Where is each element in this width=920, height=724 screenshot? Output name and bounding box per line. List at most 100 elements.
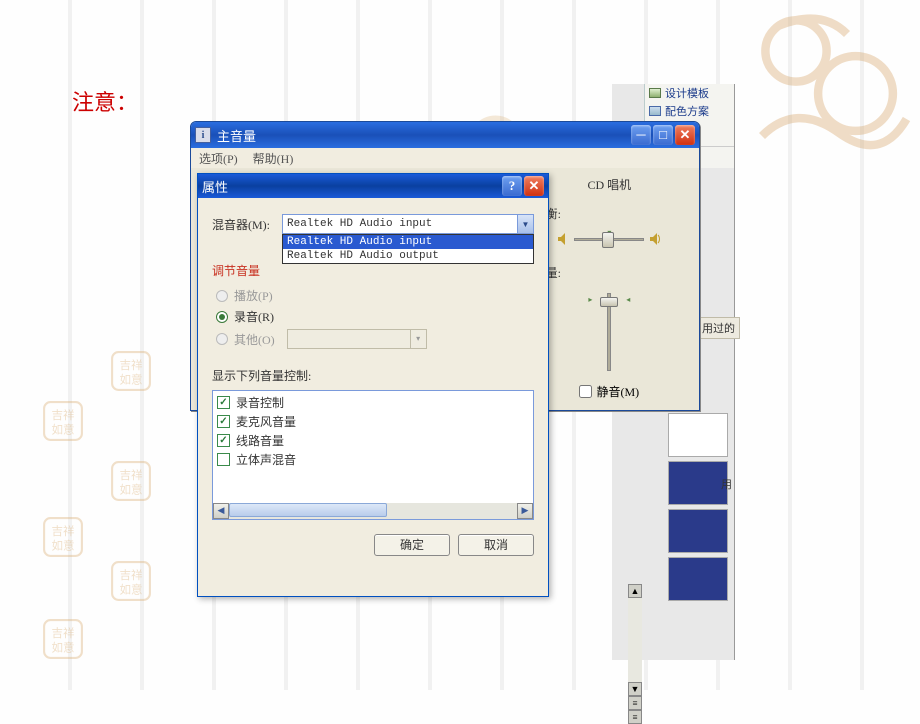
sidebar-item-color-schemes[interactable]: 配色方案 bbox=[645, 102, 734, 120]
radio-other: 其他(O) ▾ bbox=[216, 329, 534, 349]
dropdown-arrow-icon: ▾ bbox=[410, 330, 426, 348]
radio-label: 录音(R) bbox=[234, 308, 274, 325]
vertical-scrollbar[interactable]: ▲ ▼ ≡ ≡ bbox=[628, 584, 642, 724]
radio-playback: 播放(P) bbox=[216, 287, 534, 304]
svg-text:如意: 如意 bbox=[51, 423, 74, 437]
slide-thumbnail[interactable] bbox=[668, 413, 728, 457]
list-item-label: 立体声混音 bbox=[236, 451, 296, 468]
mixer-value: Realtek HD Audio input bbox=[287, 218, 432, 230]
volume-app-icon: i bbox=[195, 127, 211, 143]
svg-text:吉祥: 吉祥 bbox=[51, 408, 75, 422]
radio-label: 其他(O) bbox=[234, 331, 275, 348]
close-button[interactable]: ✕ bbox=[524, 176, 544, 196]
scroll-double-up-icon[interactable]: ≡ bbox=[628, 696, 642, 710]
checkbox-icon[interactable] bbox=[217, 434, 230, 447]
cancel-button[interactable]: 取消 bbox=[458, 534, 534, 556]
dropdown-arrow-icon[interactable]: ▼ bbox=[517, 215, 533, 233]
radio-icon bbox=[216, 333, 228, 345]
apply-label[interactable]: 用 bbox=[721, 476, 732, 492]
radio-icon bbox=[216, 311, 228, 323]
mute-checkbox-row[interactable]: 静音(M) bbox=[579, 383, 639, 400]
list-item[interactable]: 麦克风音量 bbox=[215, 412, 531, 431]
decorative-stamp: 吉祥如意 bbox=[42, 516, 84, 558]
channel-title: CD 唱机 bbox=[534, 176, 685, 193]
scrollbar-thumb[interactable] bbox=[229, 503, 387, 517]
svg-text:如意: 如意 bbox=[51, 641, 74, 655]
slide-thumbnail[interactable] bbox=[668, 461, 728, 505]
checkbox-icon[interactable] bbox=[217, 396, 230, 409]
mixer-option[interactable]: Realtek HD Audio input bbox=[283, 235, 533, 249]
show-controls-label: 显示下列音量控制: bbox=[212, 367, 534, 384]
properties-titlebar[interactable]: 属性 ? ✕ bbox=[198, 174, 548, 198]
menu-help[interactable]: 帮助(H) bbox=[253, 152, 294, 166]
maximize-button[interactable]: □ bbox=[653, 125, 673, 145]
svg-text:吉祥: 吉祥 bbox=[119, 568, 143, 582]
dialog-title: 属性 bbox=[202, 177, 228, 196]
svg-text:吉祥: 吉祥 bbox=[119, 358, 143, 372]
decorative-stamp-corner bbox=[740, 0, 920, 170]
decorative-stamp: 吉祥如意 bbox=[110, 460, 152, 502]
mixer-label: 混音器(M): bbox=[212, 216, 282, 233]
mixer-option[interactable]: Realtek HD Audio output bbox=[283, 249, 533, 263]
scroll-right-arrow-icon[interactable]: ▶ bbox=[517, 503, 533, 519]
list-item[interactable]: 立体声混音 bbox=[215, 450, 531, 469]
sidebar-item-label: 设计模板 bbox=[665, 85, 709, 101]
svg-text:吉祥: 吉祥 bbox=[51, 524, 75, 538]
slide-thumbnail[interactable] bbox=[668, 557, 728, 601]
volume-slider[interactable]: ▸ ◂ bbox=[594, 293, 624, 371]
svg-text:如意: 如意 bbox=[51, 539, 74, 553]
svg-text:吉祥: 吉祥 bbox=[119, 468, 143, 482]
menubar: 选项(P) 帮助(H) bbox=[191, 148, 699, 168]
volume-controls-listbox[interactable]: 录音控制 麦克风音量 线路音量 立体声混音 ◀ ▶ bbox=[212, 390, 534, 520]
mute-label: 静音(M) bbox=[596, 383, 639, 400]
radio-label: 播放(P) bbox=[234, 287, 273, 304]
speaker-right-icon bbox=[648, 232, 662, 246]
svg-text:吉祥: 吉祥 bbox=[51, 626, 75, 640]
decorative-stamp: 吉祥如意 bbox=[110, 350, 152, 392]
properties-dialog: 属性 ? ✕ 混音器(M): Realtek HD Audio input ▼ … bbox=[197, 173, 549, 597]
mixer-dropdown-list: Realtek HD Audio input Realtek HD Audio … bbox=[282, 234, 534, 264]
master-volume-titlebar[interactable]: i 主音量 ─ □ ✕ bbox=[191, 122, 699, 148]
help-button[interactable]: ? bbox=[502, 176, 522, 196]
list-item[interactable]: 录音控制 bbox=[215, 393, 531, 412]
balance-slider[interactable]: ▾ bbox=[574, 230, 644, 248]
scroll-double-down-icon[interactable]: ≡ bbox=[628, 710, 642, 724]
used-badge: 用过的 bbox=[697, 317, 740, 339]
scroll-down-arrow-icon[interactable]: ▼ bbox=[628, 682, 642, 696]
checkbox-icon[interactable] bbox=[217, 415, 230, 428]
close-button[interactable]: ✕ bbox=[675, 125, 695, 145]
speaker-left-icon bbox=[556, 232, 570, 246]
mute-checkbox[interactable] bbox=[579, 385, 592, 398]
slide-thumbnails bbox=[668, 409, 732, 605]
menu-options[interactable]: 选项(P) bbox=[199, 152, 238, 166]
slide-thumbnail[interactable] bbox=[668, 509, 728, 553]
minimize-button[interactable]: ─ bbox=[631, 125, 651, 145]
volume-channel-cd: CD 唱机 平衡: ▾ 音量: ▸ ◂ 静音(M) bbox=[527, 174, 691, 402]
ok-button[interactable]: 确定 bbox=[374, 534, 450, 556]
list-item[interactable]: 线路音量 bbox=[215, 431, 531, 450]
list-item-label: 线路音量 bbox=[236, 432, 284, 449]
svg-text:如意: 如意 bbox=[119, 583, 142, 597]
decorative-stamp: 吉祥如意 bbox=[42, 400, 84, 442]
palette-icon bbox=[649, 106, 661, 116]
doc-icon bbox=[649, 88, 661, 98]
radio-record[interactable]: 录音(R) bbox=[216, 308, 534, 325]
radio-icon bbox=[216, 290, 228, 302]
scroll-up-arrow-icon[interactable]: ▲ bbox=[628, 584, 642, 598]
window-title: 主音量 bbox=[217, 126, 256, 145]
scroll-left-arrow-icon[interactable]: ◀ bbox=[213, 503, 229, 519]
sidebar-item-label: 配色方案 bbox=[665, 103, 709, 119]
adjust-volume-label: 调节音量 bbox=[212, 262, 534, 279]
list-item-label: 录音控制 bbox=[236, 394, 284, 411]
svg-text:如意: 如意 bbox=[119, 373, 142, 387]
decorative-stamp: 吉祥如意 bbox=[110, 560, 152, 602]
mixer-combobox[interactable]: Realtek HD Audio input ▼ Realtek HD Audi… bbox=[282, 214, 534, 234]
svg-text:如意: 如意 bbox=[119, 483, 142, 497]
sidebar-item-design-templates[interactable]: 设计模板 bbox=[645, 84, 734, 102]
list-item-label: 麦克风音量 bbox=[236, 413, 296, 430]
horizontal-scrollbar[interactable]: ◀ ▶ bbox=[213, 503, 533, 519]
decorative-stamp: 吉祥如意 bbox=[42, 618, 84, 660]
checkbox-icon[interactable] bbox=[217, 453, 230, 466]
note-label: 注意： bbox=[72, 85, 138, 117]
other-select: ▾ bbox=[287, 329, 427, 349]
